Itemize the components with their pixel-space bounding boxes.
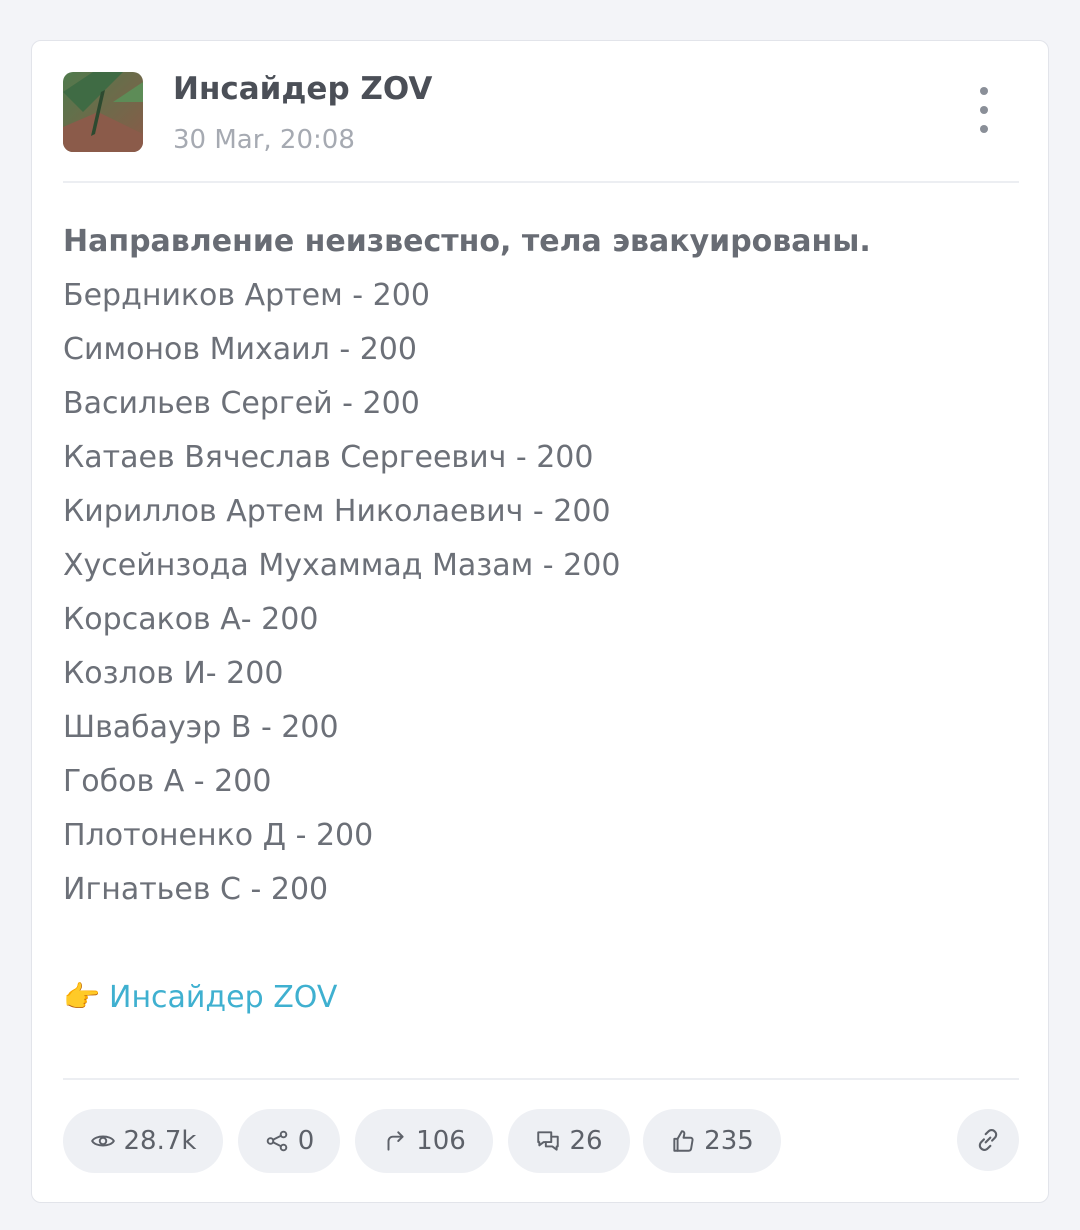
forwards-button[interactable]: 106 (355, 1109, 493, 1173)
copy-link-button[interactable] (957, 1109, 1019, 1171)
thumbs-up-icon (673, 1130, 694, 1152)
post-line: Симонов Михаил - 200 (63, 332, 417, 367)
post-line: Гобов А - 200 (63, 764, 272, 799)
pointing-hand-icon: 👉 (63, 980, 101, 1015)
reactions-count: 235 (704, 1126, 754, 1156)
link-icon (978, 1129, 998, 1151)
post-card: Инсайдер ZOV 30 Mar, 20:08 Направление н… (31, 40, 1049, 1203)
views-button[interactable]: 28.7k (63, 1109, 223, 1173)
shares-button[interactable]: 0 (238, 1109, 340, 1173)
header-divider (63, 181, 1019, 183)
share-icon (266, 1130, 288, 1152)
post-headline: Направление неизвестно, тела эвакуирован… (63, 224, 871, 259)
views-count: 28.7k (123, 1126, 197, 1156)
post-line: Васильев Сергей - 200 (63, 386, 420, 421)
post-line: Бердников Артем - 200 (63, 278, 430, 313)
channel-name[interactable]: Инсайдер ZOV (173, 71, 432, 107)
comments-icon (537, 1131, 560, 1151)
eye-icon (90, 1135, 115, 1147)
post-date: 30 Mar, 20:08 (173, 125, 355, 155)
vertical-dots-icon (980, 87, 988, 95)
post-line: Швабауэр В - 200 (63, 710, 339, 745)
shares-count: 0 (297, 1126, 315, 1156)
post-line: Плотоненко Д - 200 (63, 818, 374, 853)
channel-avatar-image (63, 72, 143, 152)
post-content: Направление неизвестно, тела эвакуирован… (63, 215, 1003, 1025)
forward-arrow-icon (387, 1131, 404, 1151)
comments-count: 26 (569, 1126, 603, 1156)
comments-button[interactable]: 26 (508, 1109, 630, 1173)
post-line: Козлов И- 200 (63, 656, 284, 691)
forwards-count: 106 (416, 1126, 466, 1156)
channel-avatar[interactable] (63, 72, 143, 152)
footer-divider (63, 1078, 1019, 1080)
post-stats: 28.7k 0 106 26 235 (63, 1109, 1019, 1173)
post-line: Корсаков А- 200 (63, 602, 319, 637)
post-line: Игнатьев С - 200 (63, 872, 329, 907)
channel-link-line: 👉 Инсайдер ZOV (63, 971, 1003, 1025)
post-line: Кириллов Артем Николаевич - 200 (63, 494, 611, 529)
post-line: Хусейнзода Мухаммад Мазам - 200 (63, 548, 621, 583)
post-menu-button[interactable] (968, 87, 1000, 133)
channel-link[interactable]: Инсайдер ZOV (109, 980, 337, 1015)
post-line: Катаев Вячеслав Сергеевич - 200 (63, 440, 594, 475)
reactions-button[interactable]: 235 (643, 1109, 781, 1173)
